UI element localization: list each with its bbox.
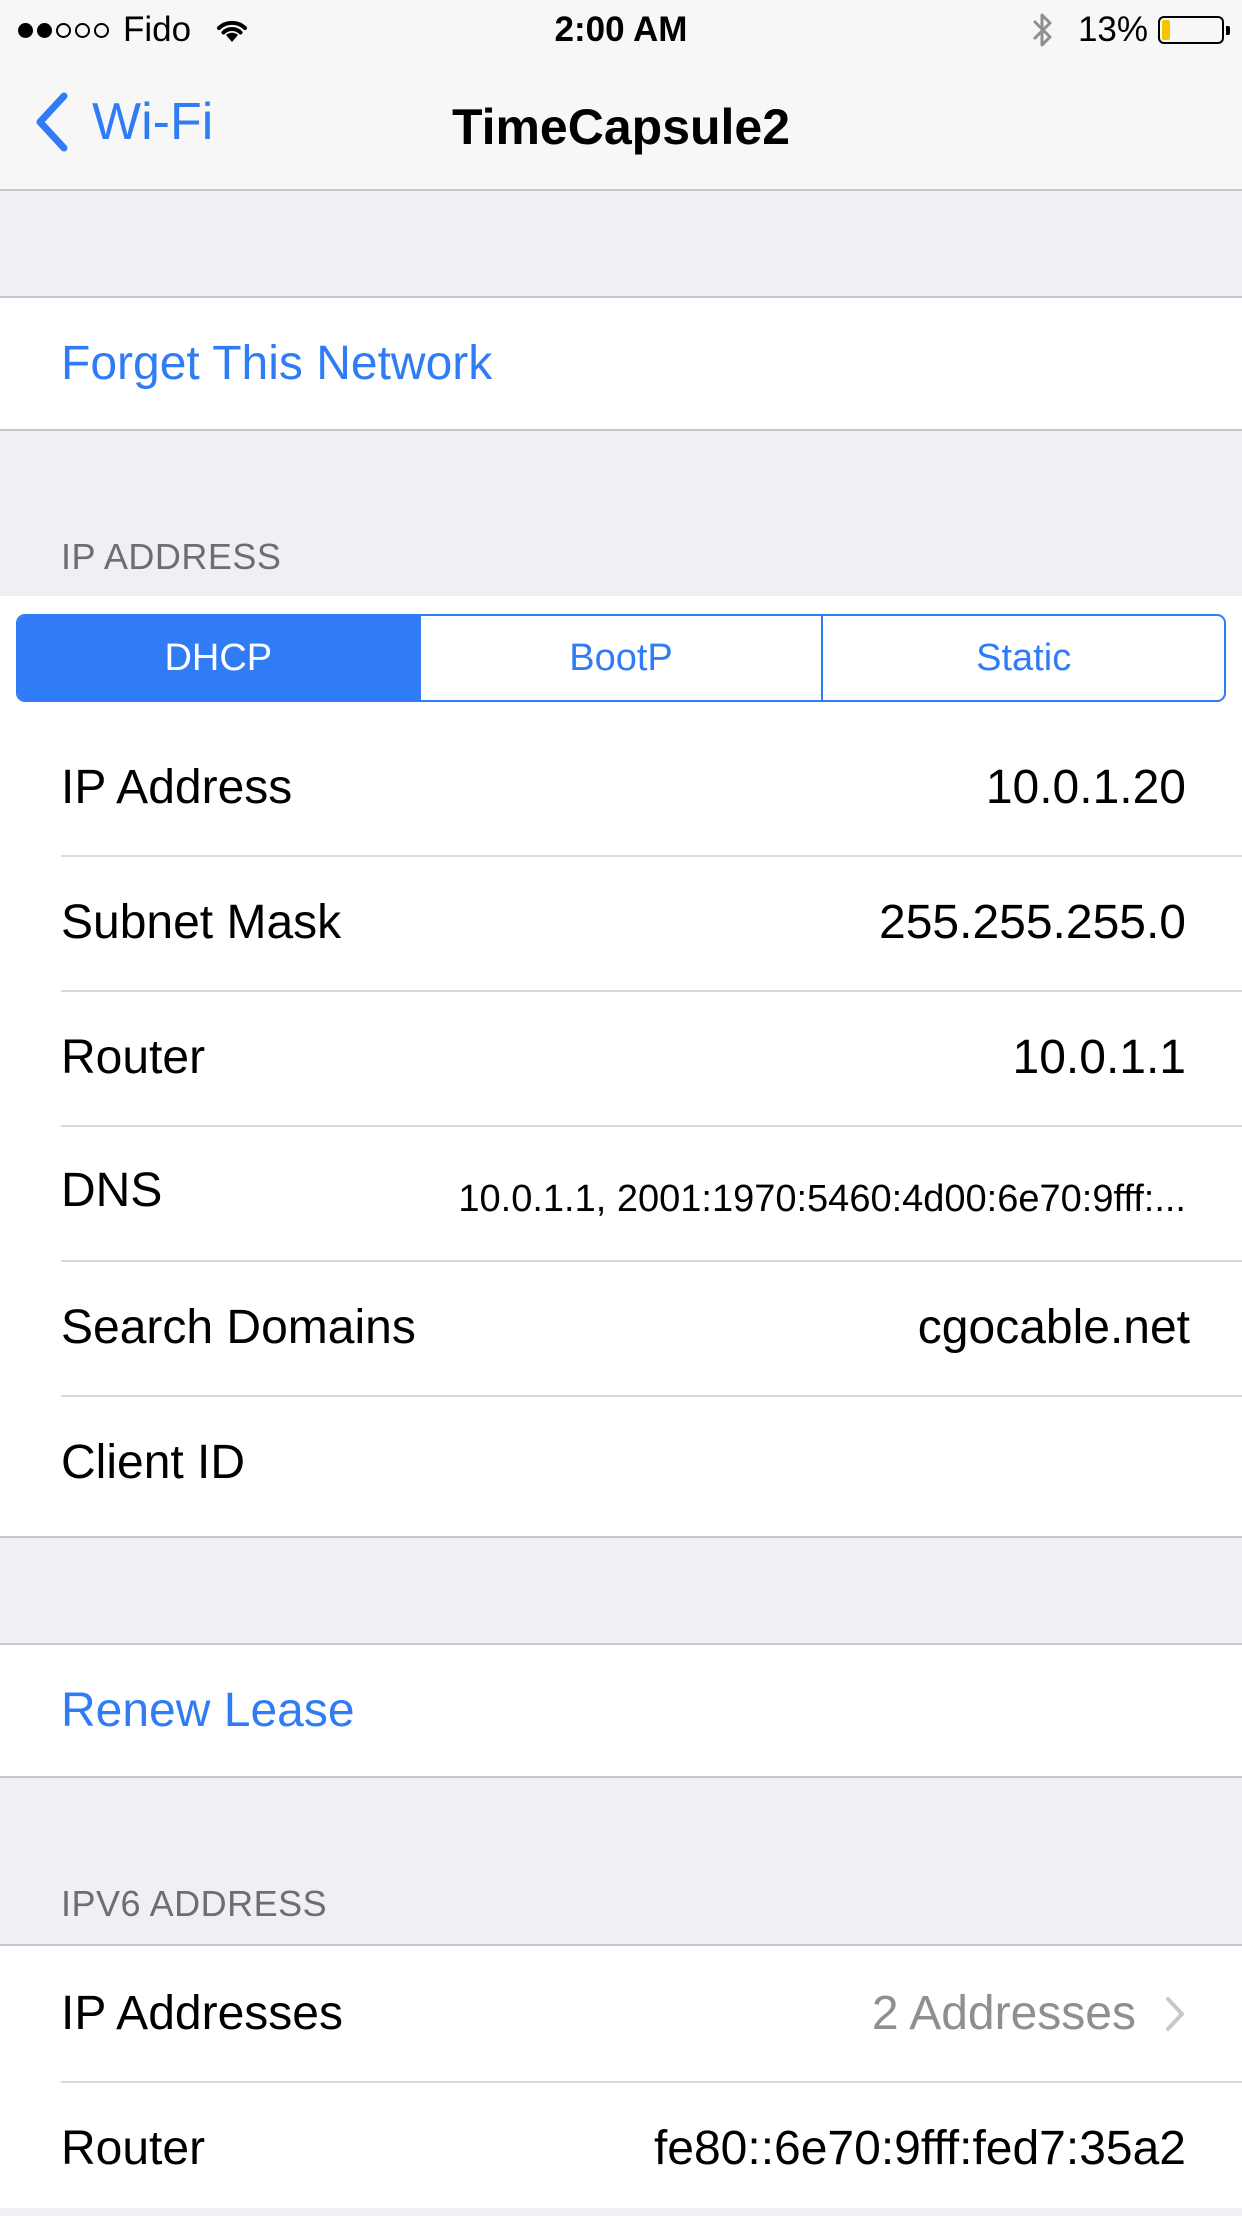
- row-value: 255.255.255.0: [879, 896, 1186, 949]
- ip-address-group: DHCP BootP Static IP Address 10.0.1.20 S…: [0, 596, 1242, 1538]
- dns-row[interactable]: DNS 10.0.1.1, 2001:1970:5460:4d00:6e70:9…: [0, 1125, 1242, 1260]
- ipv6-address-group: IP Addresses 2 Addresses Router fe80::6e…: [0, 1944, 1242, 2208]
- search-domains-row[interactable]: Search Domains cgocable.net: [0, 1260, 1242, 1395]
- row-label: IP Address: [61, 761, 293, 814]
- search-domains-value: cgocable.net: [917, 1301, 1190, 1354]
- forget-network-label: Forget This Network: [61, 337, 493, 390]
- ip-addresses-row[interactable]: IP Addresses 2 Addresses: [0, 1946, 1242, 2081]
- row-label: Search Domains: [61, 1301, 416, 1354]
- ip-addresses-value: 2 Addresses: [871, 1987, 1136, 2040]
- status-right: 13%: [1030, 10, 1230, 50]
- row-label: Router: [61, 1031, 206, 1084]
- segment-dhcp[interactable]: DHCP: [18, 616, 419, 700]
- row-value: 10.0.1.20: [985, 761, 1186, 814]
- row-label: Router: [61, 2122, 206, 2175]
- row-label: IP Addresses: [61, 1987, 343, 2040]
- ip-address-row: IP Address 10.0.1.20: [0, 720, 1242, 855]
- forget-group: Forget This Network: [0, 296, 1242, 431]
- subnet-mask-row: Subnet Mask 255.255.255.0: [0, 855, 1242, 990]
- ipv6-router-row: Router fe80::6e70:9fff:fed7:35a2: [0, 2081, 1242, 2216]
- row-label: Subnet Mask: [61, 896, 342, 949]
- row-value: fe80::6e70:9fff:fed7:35a2: [653, 2122, 1186, 2175]
- battery-percent: 13%: [1077, 10, 1148, 49]
- ip-mode-segmented-control: DHCP BootP Static: [16, 614, 1226, 702]
- segment-static[interactable]: Static: [821, 616, 1224, 700]
- dns-value: 10.0.1.1, 2001:1970:5460:4d00:6e70:9fff:…: [458, 1178, 1186, 1220]
- bluetooth-icon: [1032, 13, 1052, 47]
- navigation-bar: Wi-Fi TimeCapsule2: [0, 60, 1242, 191]
- status-bar: Fido 2:00 AM 13%: [0, 0, 1242, 60]
- row-value: 10.0.1.1: [1012, 1031, 1186, 1084]
- client-id-row[interactable]: Client ID: [0, 1395, 1242, 1530]
- renew-lease-label: Renew Lease: [61, 1684, 355, 1737]
- chevron-right-icon: [1166, 1996, 1184, 2031]
- ipv6-address-section-header: IPV6 ADDRESS: [61, 1883, 328, 1924]
- battery-icon: [1158, 16, 1230, 44]
- page-title: TimeCapsule2: [451, 99, 791, 155]
- row-label: Client ID: [61, 1436, 246, 1489]
- renew-group: Renew Lease: [0, 1643, 1242, 1778]
- renew-lease-button[interactable]: Renew Lease: [0, 1645, 1242, 1776]
- battery-level: [1162, 20, 1170, 40]
- ip-mode-control-wrap: DHCP BootP Static: [0, 596, 1242, 720]
- router-row: Router 10.0.1.1: [0, 990, 1242, 1125]
- row-label: DNS: [61, 1164, 163, 1217]
- segment-bootp[interactable]: BootP: [418, 616, 822, 700]
- forget-network-button[interactable]: Forget This Network: [0, 298, 1242, 429]
- ip-address-section-header: IP ADDRESS: [61, 536, 282, 577]
